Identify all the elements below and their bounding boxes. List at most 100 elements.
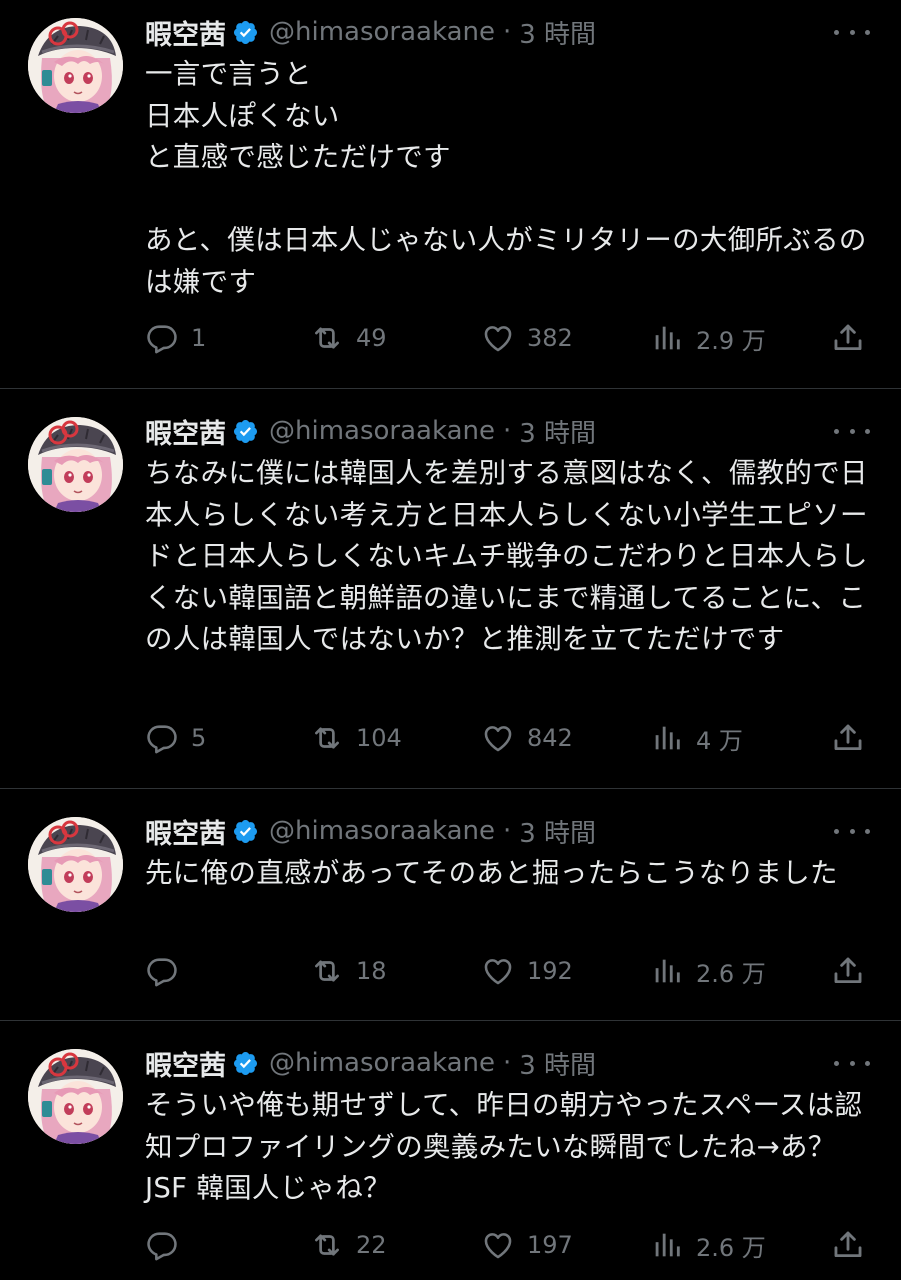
heart-icon <box>481 721 515 755</box>
avatar-image <box>28 18 123 113</box>
user-handle[interactable]: @himasoraakane <box>269 1048 495 1078</box>
reply-icon <box>145 321 179 355</box>
like-count: 382 <box>527 324 573 352</box>
heart-icon <box>481 954 515 988</box>
retweet-count: 18 <box>356 957 387 985</box>
share-icon <box>831 721 865 755</box>
retweet-count: 104 <box>356 724 402 752</box>
tweet[interactable]: 暇空茜 @himasoraakane · 3 時間 ちなみに僕には韓国人を差別す… <box>0 389 901 788</box>
more-icon[interactable] <box>834 1043 870 1083</box>
tweet-header: 暇空茜 @himasoraakane · 3 時間 <box>145 12 596 52</box>
views-button[interactable]: 2.9 万 <box>650 318 766 358</box>
reply-button[interactable]: 5 <box>145 718 206 758</box>
share-button[interactable] <box>831 1225 865 1265</box>
tweet-text: 先に俺の直感があってそのあと掘ったらこうなりました <box>145 857 838 889</box>
heart-icon <box>481 321 515 355</box>
tweet[interactable]: 暇空茜 @himasoraakane · 3 時間 そういや俺も期せずして、昨日… <box>0 1021 901 1280</box>
reply-icon <box>145 721 179 755</box>
like-count: 197 <box>527 1231 573 1259</box>
action-bar: 22 197 2.6 万 <box>145 1225 875 1265</box>
retweet-icon <box>310 954 344 988</box>
share-icon <box>831 321 865 355</box>
view-count: 2.9 万 <box>696 326 766 355</box>
avatar-image <box>28 417 123 512</box>
retweet-button[interactable]: 18 <box>310 951 387 991</box>
display-name[interactable]: 暇空茜 <box>145 13 226 52</box>
share-button[interactable] <box>831 318 865 358</box>
display-name[interactable]: 暇空茜 <box>145 1044 226 1083</box>
views-icon <box>650 721 684 755</box>
share-icon <box>831 954 865 988</box>
display-name[interactable]: 暇空茜 <box>145 412 226 451</box>
retweet-icon <box>310 1228 344 1262</box>
more-icon[interactable] <box>834 411 870 451</box>
user-handle[interactable]: @himasoraakane <box>269 816 495 846</box>
separator-dot: · <box>502 416 512 446</box>
retweet-button[interactable]: 49 <box>310 318 387 358</box>
more-icon[interactable] <box>834 12 870 52</box>
view-count: 2.6 万 <box>696 1233 766 1262</box>
separator-dot: · <box>502 1048 512 1078</box>
tweet[interactable]: 暇空茜 @himasoraakane · 3 時間 先に俺の直感があってそのあと… <box>0 789 901 1020</box>
views-icon <box>650 1228 684 1262</box>
more-icon[interactable] <box>834 811 870 851</box>
avatar[interactable] <box>28 1049 123 1144</box>
retweet-button[interactable]: 104 <box>310 718 402 758</box>
avatar-image <box>28 817 123 912</box>
avatar[interactable] <box>28 817 123 912</box>
timestamp[interactable]: 3 時間 <box>519 1045 596 1082</box>
views-button[interactable]: 2.6 万 <box>650 1225 766 1265</box>
separator-dot: · <box>502 17 512 47</box>
reply-button[interactable] <box>145 1225 191 1265</box>
tweet-header: 暇空茜 @himasoraakane · 3 時間 <box>145 411 596 451</box>
verified-badge-icon <box>232 418 259 445</box>
reply-icon <box>145 1228 179 1262</box>
user-handle[interactable]: @himasoraakane <box>269 416 495 446</box>
view-count: 2.6 万 <box>696 959 766 988</box>
like-button[interactable]: 197 <box>481 1225 573 1265</box>
action-bar: 1 49 382 2.9 万 <box>145 318 875 358</box>
tweet-text: そういや俺も期せずして、昨日の朝方やったスペースは認知プロファイリングの奥義みた… <box>145 1089 863 1204</box>
retweet-button[interactable]: 22 <box>310 1225 387 1265</box>
avatar[interactable] <box>28 18 123 113</box>
retweet-count: 22 <box>356 1231 387 1259</box>
reply-count: 5 <box>191 724 207 752</box>
verified-badge-icon <box>232 818 259 845</box>
retweet-icon <box>310 321 344 355</box>
share-icon <box>831 1228 865 1262</box>
views-button[interactable]: 4 万 <box>650 718 743 758</box>
share-button[interactable] <box>831 718 865 758</box>
views-icon <box>650 954 684 988</box>
verified-badge-icon <box>232 19 259 46</box>
separator-dot: · <box>502 816 512 846</box>
display-name[interactable]: 暇空茜 <box>145 812 226 851</box>
action-bar: 18 192 2.6 万 <box>145 951 875 991</box>
action-bar: 5 104 842 4 万 <box>145 718 875 758</box>
views-button[interactable]: 2.6 万 <box>650 951 766 991</box>
avatar[interactable] <box>28 417 123 512</box>
retweet-count: 49 <box>356 324 387 352</box>
like-button[interactable]: 192 <box>481 951 573 991</box>
heart-icon <box>481 1228 515 1262</box>
reply-count: 1 <box>191 324 207 352</box>
views-icon <box>650 321 684 355</box>
like-count: 192 <box>527 957 573 985</box>
tweet-header: 暇空茜 @himasoraakane · 3 時間 <box>145 811 596 851</box>
share-button[interactable] <box>831 951 865 991</box>
tweet-text: 一言で言うと 日本人ぽくない と直感で感じただけです あと、僕は日本人じゃない人… <box>145 58 867 298</box>
reply-button[interactable]: 1 <box>145 318 206 358</box>
tweet-text: ちなみに僕には韓国人を差別する意図はなく、儒教的で日本人らしくない考え方と日本人… <box>145 457 868 655</box>
like-count: 842 <box>527 724 573 752</box>
view-count: 4 万 <box>696 726 743 755</box>
like-button[interactable]: 382 <box>481 318 573 358</box>
tweet-header: 暇空茜 @himasoraakane · 3 時間 <box>145 1043 596 1083</box>
timestamp[interactable]: 3 時間 <box>519 413 596 450</box>
user-handle[interactable]: @himasoraakane <box>269 17 495 47</box>
reply-icon <box>145 954 179 988</box>
timestamp[interactable]: 3 時間 <box>519 14 596 51</box>
tweet[interactable]: 暇空茜 @himasoraakane · 3 時間 一言で言うと 日本人ぽくない… <box>0 0 901 388</box>
reply-button[interactable] <box>145 951 191 991</box>
timestamp[interactable]: 3 時間 <box>519 813 596 850</box>
like-button[interactable]: 842 <box>481 718 573 758</box>
avatar-image <box>28 1049 123 1144</box>
